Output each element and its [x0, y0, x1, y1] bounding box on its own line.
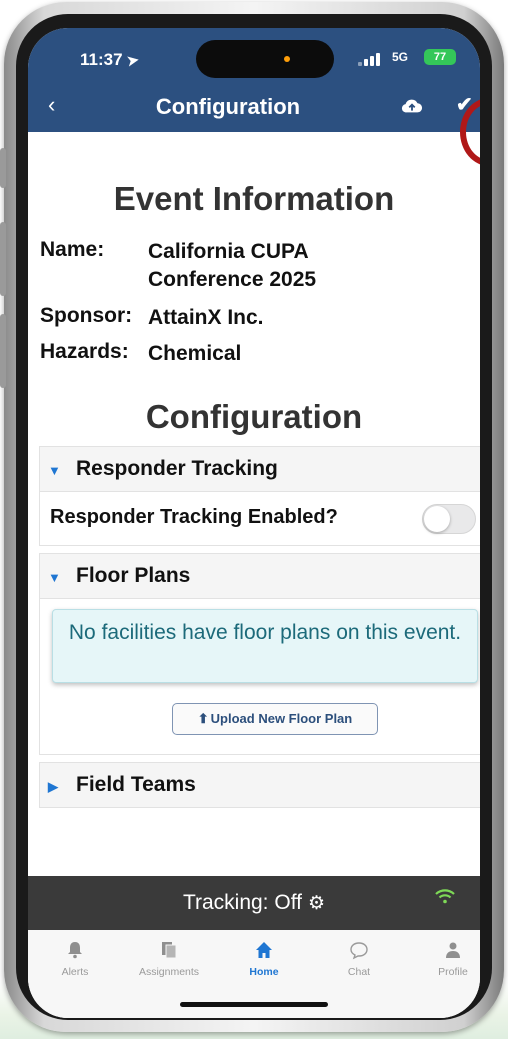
signal-bars-icon	[358, 52, 380, 66]
home-icon	[256, 942, 272, 958]
bell-icon	[68, 942, 82, 959]
location-arrow-icon: ➤	[125, 51, 140, 69]
no-floor-plans-notice: No facilities have floor plans on this e…	[52, 609, 478, 683]
page-title: Configuration	[155, 94, 301, 119]
tab-label: Profile	[438, 966, 468, 978]
upload-floor-plan-button[interactable]: ⬆ Upload New Floor Plan	[172, 703, 378, 735]
tab-label: Home	[249, 966, 279, 978]
upload-button-label: Upload New Floor Plan	[210, 711, 353, 726]
side-button-volume-down	[0, 314, 6, 388]
responder-tracking-toggle[interactable]	[422, 504, 476, 534]
caret-down-icon: ▼	[48, 463, 61, 478]
event-hazards-row: Hazards: Chemical	[40, 340, 241, 365]
configuration-heading: Configuration	[145, 398, 363, 435]
wifi-icon	[435, 889, 455, 904]
section-responder-tracking[interactable]: ▼ Responder Tracking	[39, 446, 480, 492]
status-time-text: 11:37	[80, 50, 123, 69]
side-button-volume-up	[0, 222, 6, 296]
section-title: Responder Tracking	[76, 457, 278, 480]
dynamic-island	[196, 40, 334, 78]
section-title: Floor Plans	[76, 564, 191, 587]
tracking-label: Tracking:	[182, 891, 269, 914]
responder-tracking-body: Responder Tracking Enabled?	[39, 492, 480, 546]
sponsor-value: AttainX Inc.	[148, 306, 264, 329]
network-type: 5G	[392, 50, 409, 64]
camera-indicator	[284, 56, 290, 62]
caret-down-icon: ▼	[48, 570, 61, 585]
tab-label: Alerts	[61, 966, 89, 978]
section-title: Field Teams	[76, 773, 196, 796]
documents-icon	[162, 942, 177, 959]
tab-chat[interactable]: Chat	[314, 940, 404, 978]
event-sponsor-row: Sponsor: AttainX Inc.	[40, 304, 264, 329]
event-name-row: Name: California CUPA Conference 2025	[40, 238, 316, 291]
floor-plans-body: No facilities have floor plans on this e…	[39, 599, 480, 755]
event-heading: Event Information	[113, 180, 395, 217]
toggle-label: Responder Tracking Enabled?	[50, 506, 338, 528]
tab-label: Assignments	[138, 966, 200, 978]
cloud-upload-icon[interactable]	[401, 97, 423, 115]
hazards-label: Hazards:	[40, 340, 129, 363]
side-button-action	[0, 148, 6, 188]
sponsor-label: Sponsor:	[40, 304, 133, 327]
phone-screen: 11:37 ➤ 5G 77 ‹ Configuration ✔ Event Inf…	[28, 28, 480, 1018]
section-field-teams[interactable]: ▶ Field Teams	[39, 762, 480, 808]
chat-bubble-icon	[350, 942, 368, 960]
tab-home[interactable]: Home	[219, 940, 309, 978]
hazards-value: Chemical	[148, 342, 242, 365]
person-icon	[446, 942, 460, 958]
app-header: 11:37 ➤ 5G 77 ‹ Configuration ✔	[28, 28, 480, 132]
caret-right-icon: ▶	[48, 779, 58, 794]
status-time: 11:37 ➤	[80, 50, 140, 70]
tab-profile[interactable]: Profile	[408, 940, 480, 978]
confirm-button[interactable]: ✔	[456, 92, 473, 117]
toggle-knob	[424, 506, 450, 532]
tracking-status-bar[interactable]: Tracking: Off ⚙	[28, 876, 480, 930]
tab-assignments[interactable]: Assignments	[124, 940, 214, 978]
tab-label: Chat	[347, 966, 371, 978]
battery-indicator: 77	[424, 49, 456, 65]
upload-icon: ⬆	[197, 711, 209, 726]
tab-alerts[interactable]: Alerts	[30, 940, 120, 978]
section-floor-plans[interactable]: ▼ Floor Plans	[39, 553, 480, 599]
home-indicator[interactable]	[180, 1002, 328, 1007]
gear-icon[interactable]: ⚙	[308, 893, 325, 914]
name-value: California CUPA Conference 2025	[148, 240, 317, 291]
name-label: Name:	[40, 238, 105, 261]
tracking-value: Off	[274, 891, 302, 914]
